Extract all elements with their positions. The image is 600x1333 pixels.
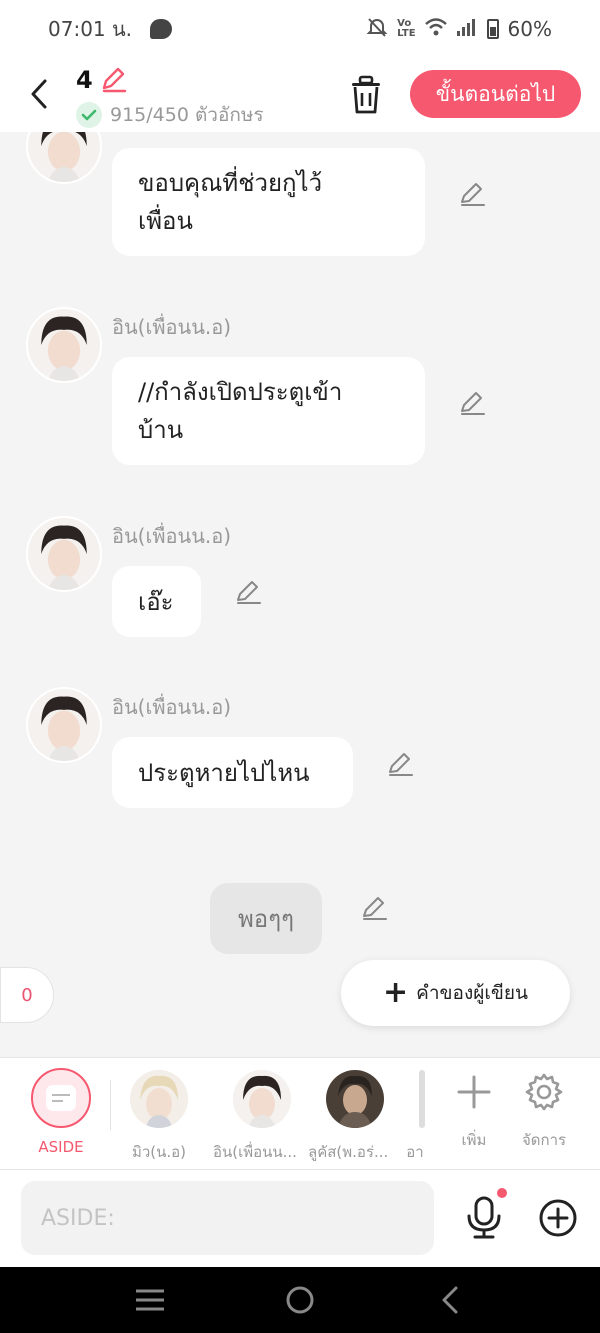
edit-message-icon[interactable] (360, 894, 388, 922)
edit-message-icon[interactable] (458, 389, 486, 417)
char-count: 915/450 ตัวอักษร (76, 100, 264, 130)
sender-name: อิน(เพื่อนน.อ) (112, 315, 232, 339)
message-bubble[interactable]: ขอบคุณที่ช่วยกูไว้ เพื่อน (112, 148, 425, 256)
episode-number: 4 (76, 66, 93, 94)
character-item[interactable]: อา (405, 1070, 425, 1164)
sender-name: อิน(เพื่อนน.อ) (112, 524, 232, 548)
status-bar: 07:01 น. Vo LTE 60% (0, 0, 600, 58)
character-bar: ASIDE มิว(น.อ) อิน(เพื่อนน... ลูคัส(พ.อร… (0, 1057, 600, 1170)
check-icon (76, 102, 102, 128)
message-text: เอ๊ะ (138, 587, 174, 616)
avatar[interactable] (26, 516, 102, 592)
character-label: อิน(เพื่อนน... (213, 1143, 297, 1161)
battery-icon (486, 19, 499, 39)
battery-percent: 60% (507, 17, 552, 41)
gear-icon (522, 1070, 566, 1114)
notification-dot (497, 1188, 507, 1198)
home-icon[interactable] (280, 1285, 320, 1315)
edit-message-icon[interactable] (386, 750, 414, 778)
divider (110, 1080, 111, 1130)
next-step-button[interactable]: ขั้นตอนต่อไป (410, 70, 581, 118)
add-label: เพิ่ม (461, 1131, 487, 1149)
back-button[interactable] (24, 74, 54, 114)
counter-badge[interactable]: 0 (0, 967, 54, 1023)
signal-icon (456, 17, 478, 42)
status-time: 07:01 น. (48, 17, 133, 41)
system-nav-bar (0, 1267, 600, 1333)
avatar[interactable] (26, 132, 102, 184)
chat-bubble-icon (150, 19, 173, 39)
back-nav-icon[interactable] (430, 1285, 470, 1315)
chat-area: ขอบคุณที่ช่วยกูไว้ เพื่อน อิน(เพื่อนน.อ) … (0, 132, 600, 1057)
avatar[interactable] (26, 307, 102, 383)
message-bubble[interactable]: ประตูหายไปไหน (112, 737, 353, 808)
chevron-left-icon (31, 79, 47, 109)
character-aside[interactable]: ASIDE (31, 1068, 91, 1156)
microphone-icon[interactable] (464, 1196, 504, 1240)
mute-icon (366, 16, 388, 43)
writer-note-button[interactable]: + คำของผู้เขียน (341, 960, 570, 1026)
trash-icon[interactable] (346, 74, 386, 116)
top-bar: 4 915/450 ตัวอักษร ขั้นตอนต่อไป (0, 58, 600, 132)
edit-message-icon[interactable] (234, 578, 262, 606)
manage-button[interactable]: จัดการ (522, 1070, 566, 1152)
char-count-text: 915/450 ตัวอักษร (110, 104, 264, 126)
sender-name: อิน(เพื่อนน.อ) (112, 695, 232, 719)
plus-icon: + (383, 975, 409, 1010)
recent-apps-icon[interactable] (130, 1285, 170, 1315)
character-item[interactable]: มิว(น.อ) (130, 1070, 188, 1164)
character-label: มิว(น.อ) (131, 1143, 187, 1161)
character-label: ลูคัส(พ.อร่... (308, 1143, 389, 1161)
plus-circle-icon[interactable] (538, 1198, 578, 1238)
edit-message-icon[interactable] (458, 180, 486, 208)
add-character-button[interactable]: เพิ่ม (452, 1070, 496, 1152)
wifi-icon (424, 17, 447, 42)
character-label: อา (406, 1143, 424, 1161)
message-text: ประตูหายไปไหน (138, 758, 310, 787)
message-input[interactable] (21, 1181, 434, 1255)
message-text: ขอบคุณที่ช่วยกูไว้ เพื่อน (138, 169, 323, 235)
character-label: ASIDE (38, 1138, 84, 1156)
message-bubble[interactable]: //กำลังเปิดประตูเข้า บ้าน (112, 357, 425, 465)
message-text: พอๆๆ (237, 904, 294, 933)
avatar (326, 1070, 385, 1128)
avatar (130, 1070, 188, 1128)
writer-note-label: คำของผู้เขียน (416, 982, 528, 1004)
manage-label: จัดการ (522, 1131, 567, 1149)
status-icons: Vo LTE 60% (366, 16, 552, 43)
avatar[interactable] (26, 687, 102, 763)
plus-icon (452, 1070, 496, 1114)
character-item[interactable]: อิน(เพื่อนน... (213, 1070, 297, 1164)
input-row (0, 1170, 600, 1267)
message-bubble[interactable]: เอ๊ะ (112, 566, 201, 637)
aside-bubble[interactable]: พอๆๆ (210, 883, 322, 954)
message-text: //กำลังเปิดประตูเข้า บ้าน (138, 378, 343, 444)
volte-icon: Vo LTE (397, 18, 416, 39)
edit-title-icon[interactable] (98, 64, 128, 94)
avatar (419, 1070, 425, 1128)
avatar (232, 1070, 291, 1128)
character-item[interactable]: ลูคัส(พ.อร่... (308, 1070, 388, 1164)
aside-icon (31, 1068, 91, 1128)
